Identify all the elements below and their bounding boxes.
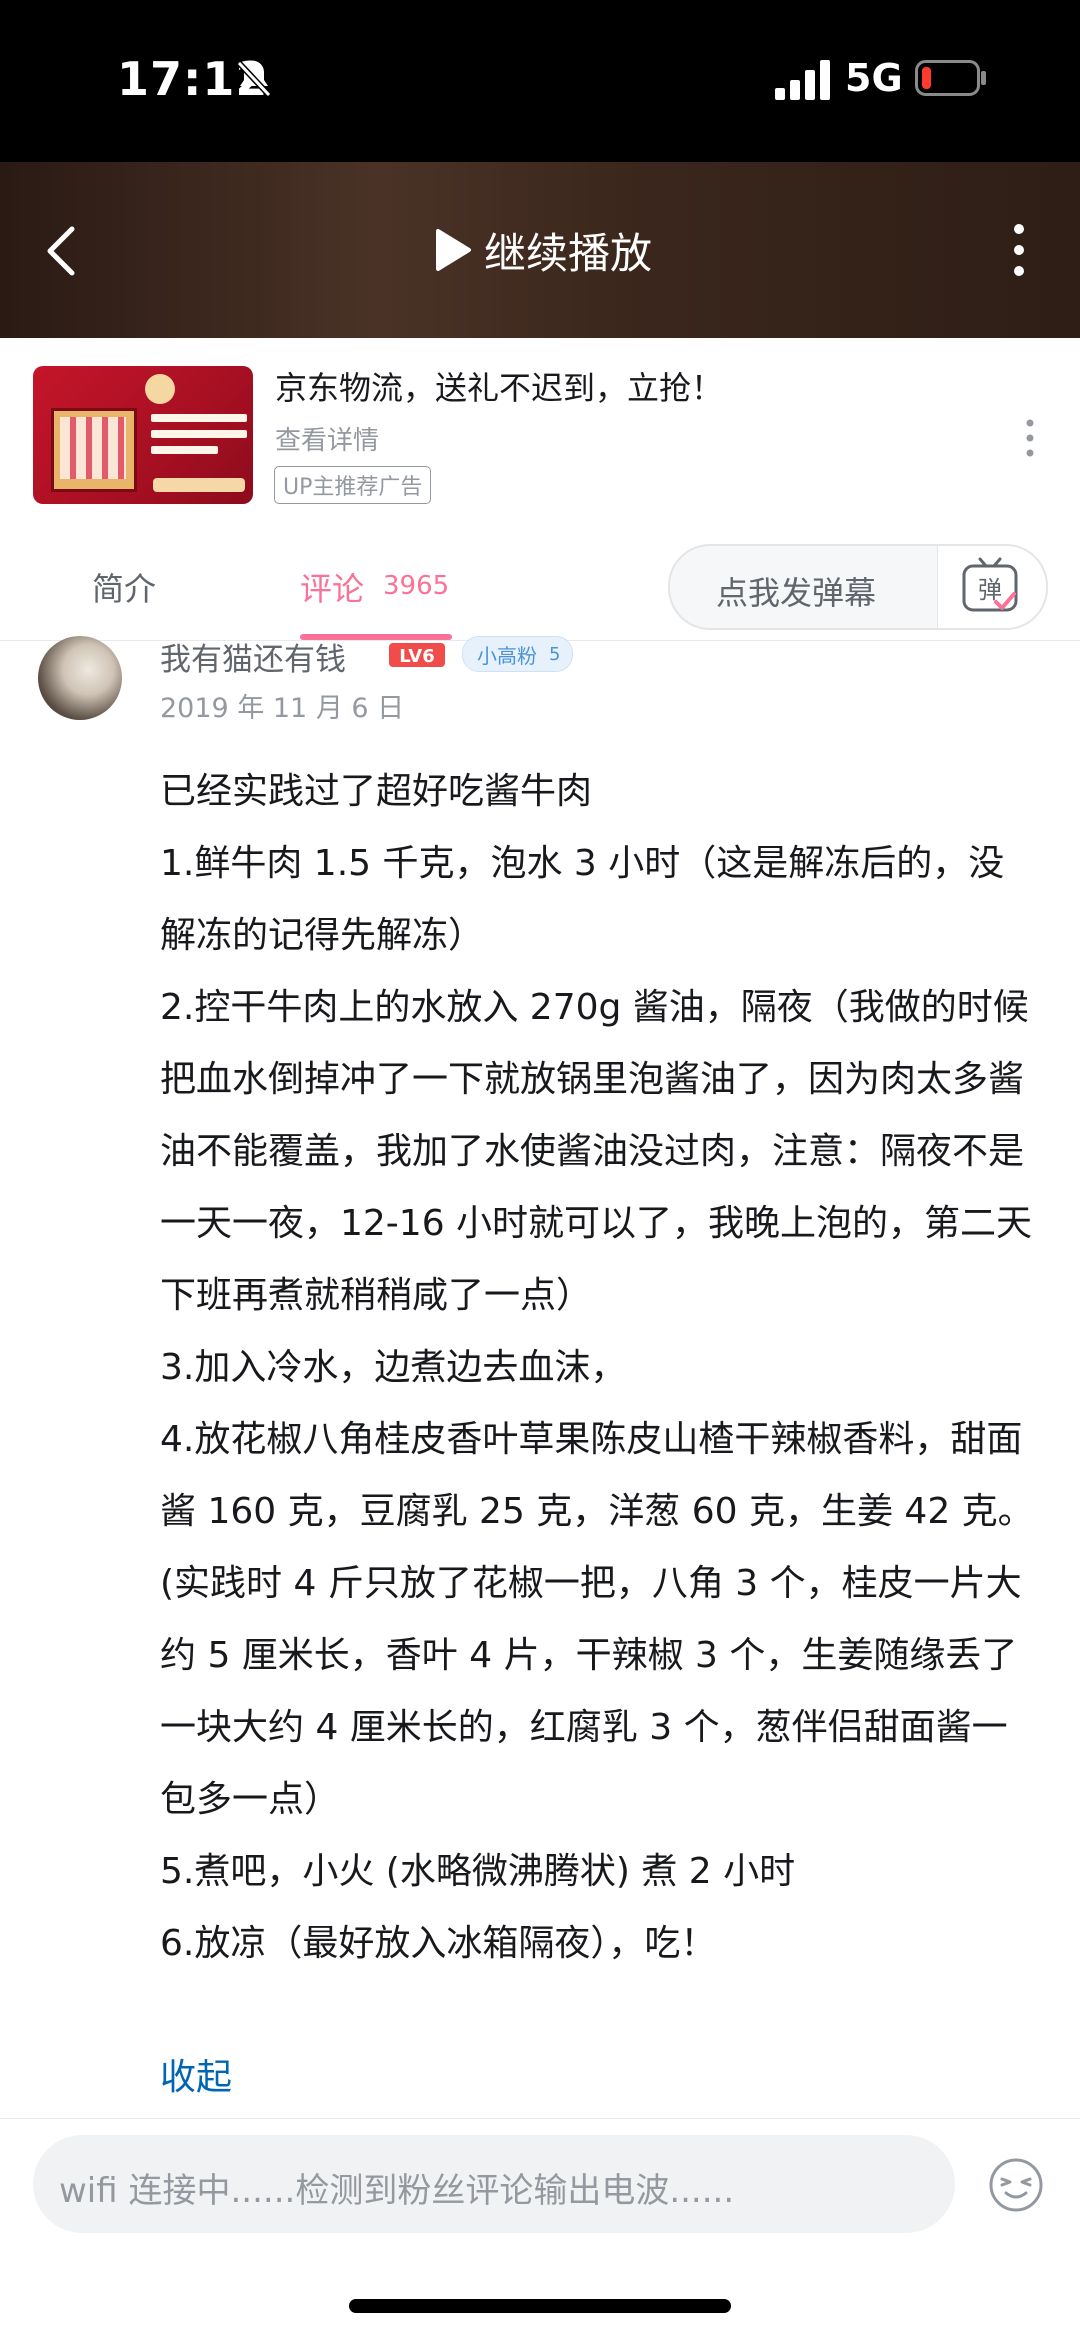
- ad-image-chip: [153, 478, 245, 492]
- comment-date: 2019 年 11 月 6 日: [160, 693, 405, 724]
- tab-comments-count: 3965: [383, 571, 450, 601]
- status-bar: 17:12 5G: [0, 0, 1080, 162]
- ad-image-seal: [145, 374, 175, 404]
- more-icon[interactable]: [1006, 222, 1032, 278]
- ad-more-icon[interactable]: [1024, 418, 1036, 458]
- emoji-icon[interactable]: [988, 2157, 1044, 2213]
- continue-play-button[interactable]: 继续播放: [432, 220, 652, 280]
- ad-tag: UP主推荐广告: [274, 466, 432, 504]
- level-badge-text: LV6: [399, 646, 434, 667]
- ad-image-banner: [151, 414, 247, 464]
- level-badge: LV6: [389, 643, 445, 667]
- battery-icon: [915, 60, 986, 96]
- comment-username[interactable]: 我有猫还有钱: [160, 634, 346, 679]
- home-indicator: [349, 2299, 731, 2313]
- comment-text: 已经实践过了超好吃酱牛肉 1.鲜牛肉 1.5 千克，泡水 3 小时（这是解冻后的…: [160, 771, 1034, 1964]
- signal-icon: [775, 60, 830, 100]
- back-icon[interactable]: [44, 225, 78, 277]
- comment-input-bar: wifi 连接中......检测到粉丝评论输出电波......: [0, 2118, 1080, 2342]
- tab-intro[interactable]: 简介: [92, 564, 156, 610]
- danmaku-placeholder: 点我发弹幕: [716, 574, 877, 612]
- danmaku-input[interactable]: 点我发弹幕 弹: [668, 544, 1048, 630]
- avatar[interactable]: [38, 636, 122, 720]
- tab-comments[interactable]: 评论: [300, 564, 364, 610]
- ad-image-gift-box: [51, 408, 137, 492]
- video-header: 继续播放: [0, 162, 1080, 338]
- comment-input-placeholder: wifi 连接中......检测到粉丝评论输出电波......: [59, 2171, 735, 2211]
- tab-bar: 简介 评论 3965 点我发弹幕 弹: [0, 530, 1080, 641]
- fan-badge-level: 5: [549, 643, 561, 665]
- ad-image[interactable]: [33, 366, 253, 504]
- network-type: 5G: [845, 56, 903, 100]
- danmaku-icon-label: 弹: [978, 576, 1002, 604]
- danmaku-icon: 弹: [962, 557, 1018, 612]
- comment-input[interactable]: wifi 连接中......检测到粉丝评论输出电波......: [33, 2135, 955, 2233]
- fan-badge-label: 小高粉: [477, 643, 537, 668]
- collapse-button[interactable]: 收起: [160, 2048, 232, 2100]
- bell-slash-icon: [236, 60, 272, 98]
- fan-badge[interactable]: 小高粉 5: [462, 636, 574, 672]
- continue-play-label: 继续播放: [484, 228, 653, 278]
- play-icon: [436, 229, 471, 271]
- ad-banner[interactable]: 京东物流，送礼不迟到，立抢！ 查看详情 UP主推荐广告: [0, 338, 1080, 531]
- ad-details-link[interactable]: 查看详情: [275, 420, 379, 457]
- ad-title[interactable]: 京东物流，送礼不迟到，立抢！: [275, 363, 723, 409]
- danmaku-toggle[interactable]: 弹: [937, 546, 1046, 628]
